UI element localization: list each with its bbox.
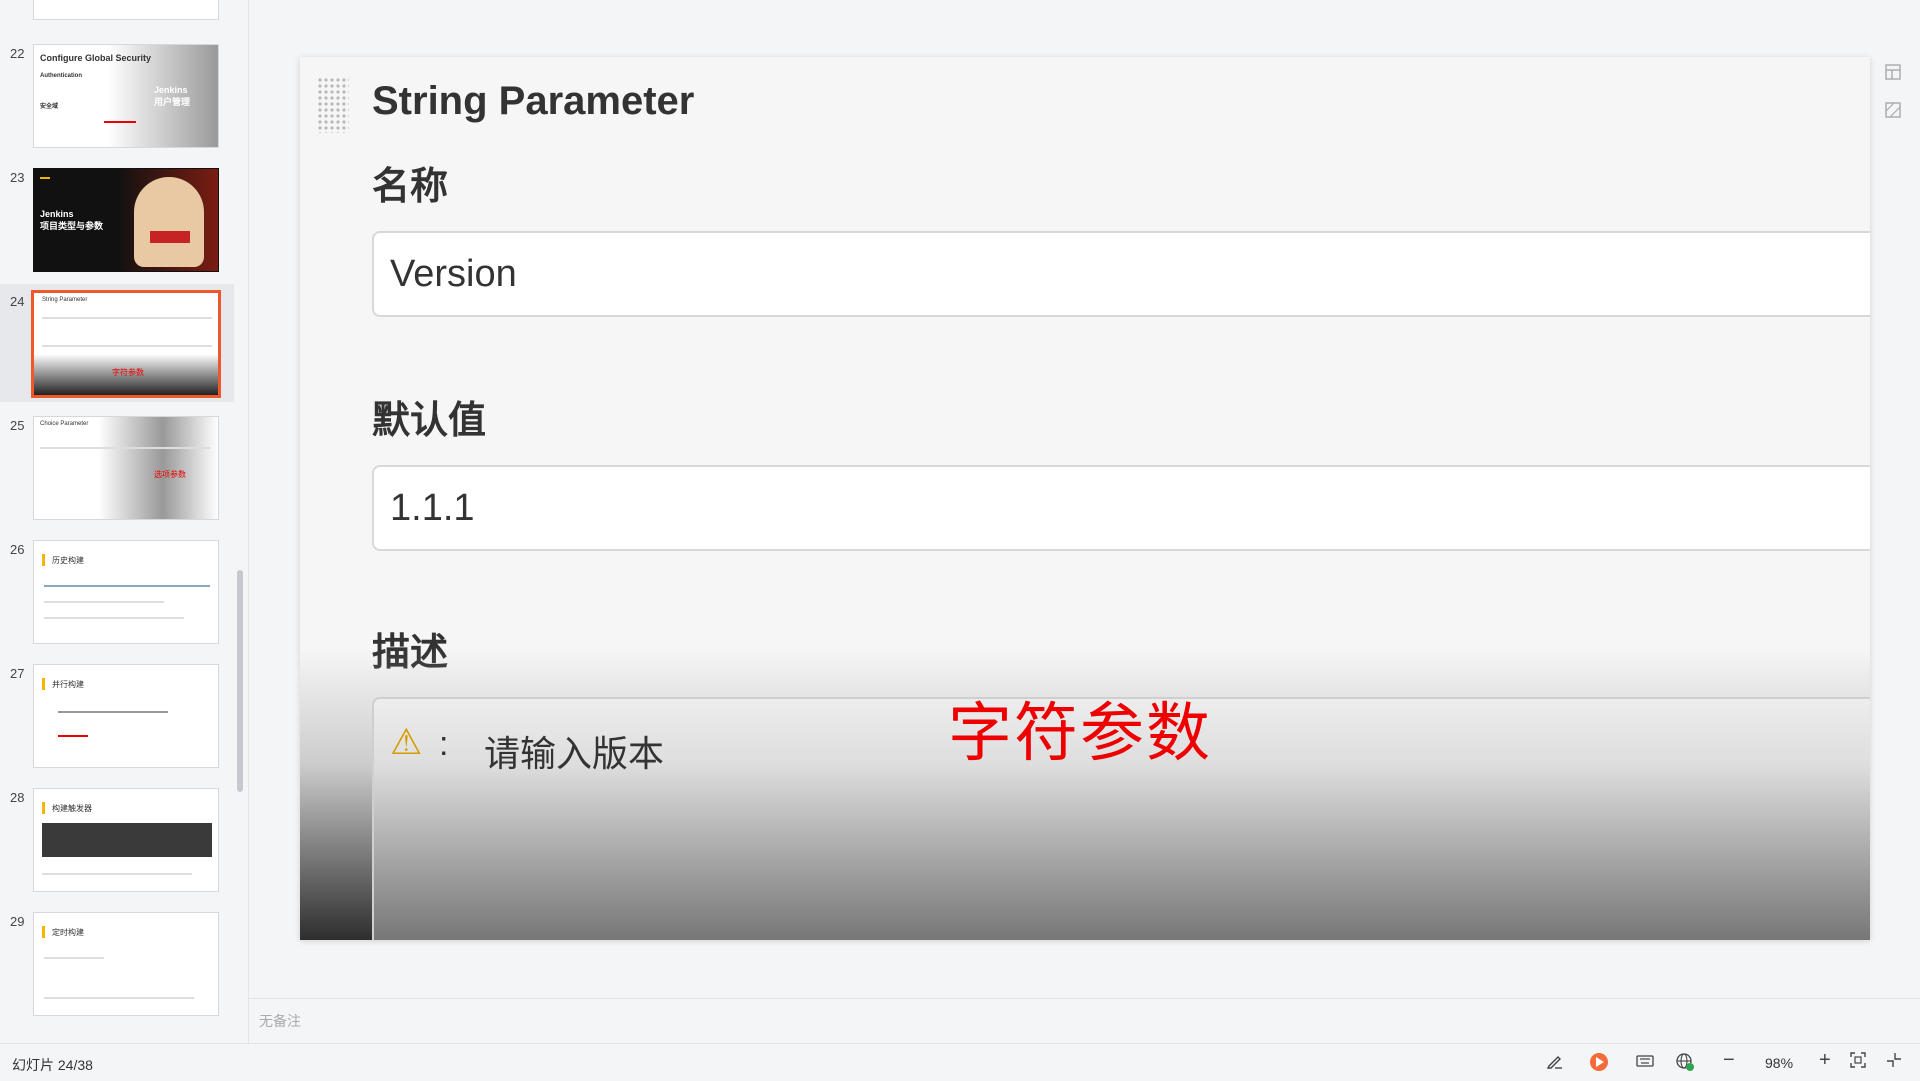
keyboard-icon[interactable] xyxy=(1636,1052,1654,1075)
drag-handle-icon xyxy=(317,77,349,133)
thumbnail-row-27[interactable]: 27 并行构建 xyxy=(0,656,234,774)
thumbnail-field xyxy=(44,601,164,603)
thumbnail-field xyxy=(40,447,210,449)
slide-title: String Parameter xyxy=(372,79,695,123)
slide-canvas[interactable]: String Parameter 名称 Version 默认值 1.1.1 描述… xyxy=(300,57,1870,940)
slide-thumbnail[interactable]: 历史构建 xyxy=(33,540,219,644)
thumbnail-field xyxy=(44,997,194,999)
thumbnail-overlay-text: Jenkins 用户管理 xyxy=(154,85,191,107)
thumbnail-number: 27 xyxy=(10,666,25,681)
jenkins-mascot-image xyxy=(134,177,204,267)
terminal-image xyxy=(42,823,212,857)
red-arrow xyxy=(104,121,136,123)
thumbnail-number: 23 xyxy=(10,170,25,185)
bowtie-image xyxy=(150,231,190,243)
slide-thumbnail[interactable] xyxy=(33,0,219,20)
thumbnail-caption: 选项参数 xyxy=(154,470,186,479)
warning-colon: : xyxy=(439,725,449,763)
thumbnail-number: 28 xyxy=(10,790,25,805)
thumbnail-number: 25 xyxy=(10,418,25,433)
sidebar-scrollbar[interactable] xyxy=(237,570,243,792)
slide-counter: 幻灯片 24/38 xyxy=(12,1057,93,1073)
thumbnail-number: 26 xyxy=(10,542,25,557)
thumbnail-title: Choice Parameter xyxy=(40,421,89,427)
thumbnail-row-29[interactable]: 29 定时构建 xyxy=(0,904,234,1022)
thumbnail-field xyxy=(44,957,104,959)
slide-thumbnail-active[interactable]: String Parameter 字符参数 xyxy=(31,290,221,398)
play-slideshow-icon[interactable] xyxy=(1590,1053,1608,1071)
annotate-pen-icon[interactable] xyxy=(1546,1052,1564,1075)
name-value: Version xyxy=(390,253,517,295)
zoom-in-button[interactable]: + xyxy=(1819,1049,1831,1072)
thumbnail-field xyxy=(58,711,168,713)
thumbnail-number: 24 xyxy=(10,294,25,309)
notes-placeholder: 无备注 xyxy=(259,1013,301,1029)
fit-to-window-icon[interactable] xyxy=(1850,1052,1866,1073)
accent-bar xyxy=(40,177,50,179)
warning-icon: ⚠ xyxy=(390,721,423,762)
accent-bar xyxy=(42,678,45,690)
red-underline xyxy=(58,735,88,737)
thumbnail-row[interactable] xyxy=(0,0,234,33)
accent-bar xyxy=(42,926,45,938)
status-bar: 幻灯片 24/38 − 98% + xyxy=(0,1043,1920,1081)
slide-thumbnail-panel: 22 Configure Global Security Authenticat… xyxy=(0,0,249,1043)
zoom-out-button[interactable]: − xyxy=(1723,1049,1735,1072)
zoom-level[interactable]: 98% xyxy=(1765,1055,1793,1071)
thumbnail-field xyxy=(42,873,192,875)
accent-bar xyxy=(42,802,45,814)
thumbnail-number: 29 xyxy=(10,914,25,929)
slide-thumbnail[interactable]: 并行构建 xyxy=(33,664,219,768)
thumbnail-caption: 字符参数 xyxy=(112,368,144,377)
slide-thumbnail[interactable]: 定时构建 xyxy=(33,912,219,1016)
language-globe-icon[interactable] xyxy=(1675,1052,1695,1077)
thumbnail-title: String Parameter xyxy=(42,297,88,303)
slide-thumbnail[interactable]: Choice Parameter 选项参数 xyxy=(33,416,219,520)
collapse-icon[interactable] xyxy=(1886,1052,1902,1073)
thumbnail-row-25[interactable]: 25 Choice Parameter 选项参数 xyxy=(0,408,234,526)
accent-bar xyxy=(42,554,45,566)
name-field: Version xyxy=(372,231,1870,317)
background-panel-icon[interactable] xyxy=(1885,102,1901,118)
slide-thumbnail[interactable]: Jenkins 项目类型与参数 xyxy=(33,168,219,272)
thumbnail-text: 安全域 xyxy=(40,104,59,110)
thumbnail-row-28[interactable]: 28 构建触发器 xyxy=(0,780,234,898)
thumbnail-row-26[interactable]: 26 历史构建 xyxy=(0,532,234,650)
thumbnail-field xyxy=(42,345,212,347)
thumbnail-field xyxy=(44,617,184,619)
thumbnail-title: Configure Global Security xyxy=(40,53,152,63)
slide-thumbnail[interactable]: 构建触发器 xyxy=(33,788,219,892)
notes-area[interactable]: 无备注 xyxy=(249,998,1920,1044)
description-hint: 请输入版本 xyxy=(484,733,665,774)
thumbnail-row-24[interactable]: 24 String Parameter 字符参数 xyxy=(0,284,234,402)
slide-caption: 字符参数 xyxy=(948,697,1212,769)
thumbnail-title: 并行构建 xyxy=(52,680,84,689)
thumbnail-number: 22 xyxy=(10,46,25,61)
thumbnail-row-22[interactable]: 22 Configure Global Security Authenticat… xyxy=(0,36,234,154)
default-value: 1.1.1 xyxy=(390,487,475,529)
name-label: 名称 xyxy=(372,166,449,208)
thumbnail-title: 构建触发器 xyxy=(52,804,92,813)
default-value-label: 默认值 xyxy=(372,400,487,442)
thumbnail-field xyxy=(42,317,212,319)
thumbnail-text: Authentication xyxy=(40,73,82,79)
layout-panel-icon[interactable] xyxy=(1885,64,1901,80)
thumbnail-title: Jenkins 项目类型与参数 xyxy=(40,209,104,231)
thumbnail-field xyxy=(44,585,210,587)
default-value-field: 1.1.1 xyxy=(372,465,1870,551)
slide-thumbnail[interactable]: Configure Global Security Authentication… xyxy=(33,44,219,148)
thumbnail-row-23[interactable]: 23 Jenkins 项目类型与参数 xyxy=(0,160,234,278)
thumbnail-title: 定时构建 xyxy=(52,928,84,937)
thumbnail-title: 历史构建 xyxy=(52,556,84,565)
